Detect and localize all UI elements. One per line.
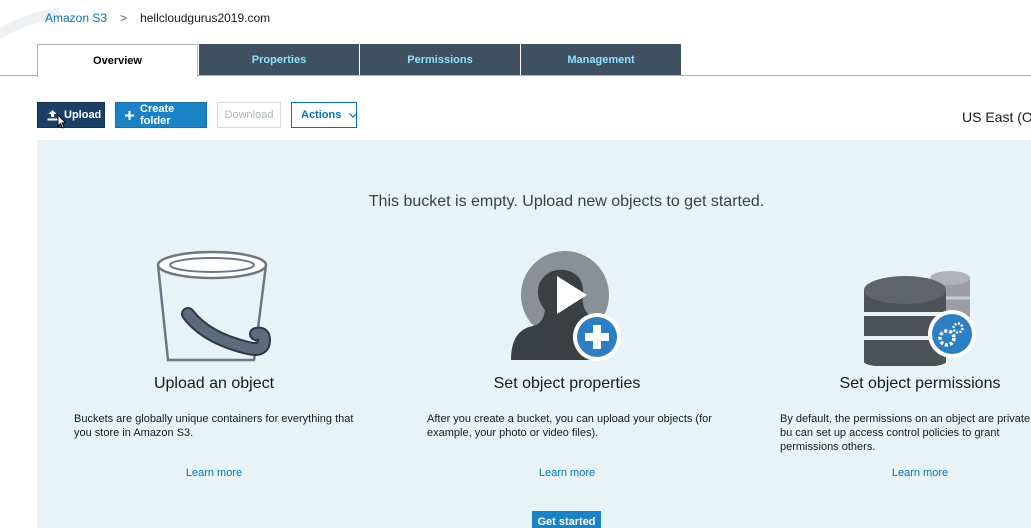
actions-dropdown[interactable]: Actions [291, 102, 358, 128]
breadcrumb-separator: > [120, 11, 128, 25]
card-desc-permissions: By default, the permissions on an object… [780, 413, 1031, 453]
get-started-button[interactable]: Get started [532, 511, 601, 528]
upload-button[interactable]: Upload [37, 102, 105, 128]
create-folder-button[interactable]: Create folder [115, 102, 207, 128]
empty-bucket-panel: This bucket is empty. Upload new objects… [37, 140, 1031, 528]
media-add-icon [511, 251, 621, 361]
breadcrumb-current-bucket: hellcloudgurus2019.com [140, 11, 271, 25]
breadcrumb: Amazon S3 > hellcloudgurus2019.com [45, 11, 270, 25]
card-desc-properties: After you create a bucket, you can uploa… [427, 413, 712, 439]
tab-permissions[interactable]: Permissions [359, 44, 520, 75]
create-folder-label: Create folder [140, 103, 175, 127]
bucket-icon [156, 250, 272, 362]
learn-more-link-properties[interactable]: Learn more [417, 467, 717, 479]
chevron-down-icon [349, 112, 358, 118]
bucket-tabs: Overview Properties Permissions Manageme… [37, 44, 681, 77]
database-settings-icon [864, 271, 976, 366]
card-title-upload: Upload an object [153, 375, 275, 392]
card-title-properties: Set object properties [493, 375, 641, 392]
empty-bucket-message: This bucket is empty. Upload new objects… [368, 193, 765, 210]
learn-more-link-upload[interactable]: Learn more [64, 467, 364, 479]
learn-more-link-permissions[interactable]: Learn more [770, 467, 1031, 479]
toolbar: Upload Create folder Download Actions [37, 102, 367, 128]
region-label: US East (Oh [962, 109, 1031, 125]
tab-management[interactable]: Management [520, 44, 681, 75]
mouse-cursor-icon [57, 114, 67, 129]
card-title-permissions: Set object permissions [839, 375, 1001, 392]
breadcrumb-amazon-s3[interactable]: Amazon S3 [45, 11, 107, 25]
download-button[interactable]: Download [217, 102, 281, 128]
tab-overview[interactable]: Overview [37, 44, 198, 77]
plus-icon [125, 110, 134, 120]
upload-button-label: Upload [64, 109, 102, 121]
card-desc-upload: Buckets are globally unique containers f… [74, 413, 354, 439]
tab-properties[interactable]: Properties [198, 44, 359, 75]
actions-label: Actions [301, 109, 342, 121]
